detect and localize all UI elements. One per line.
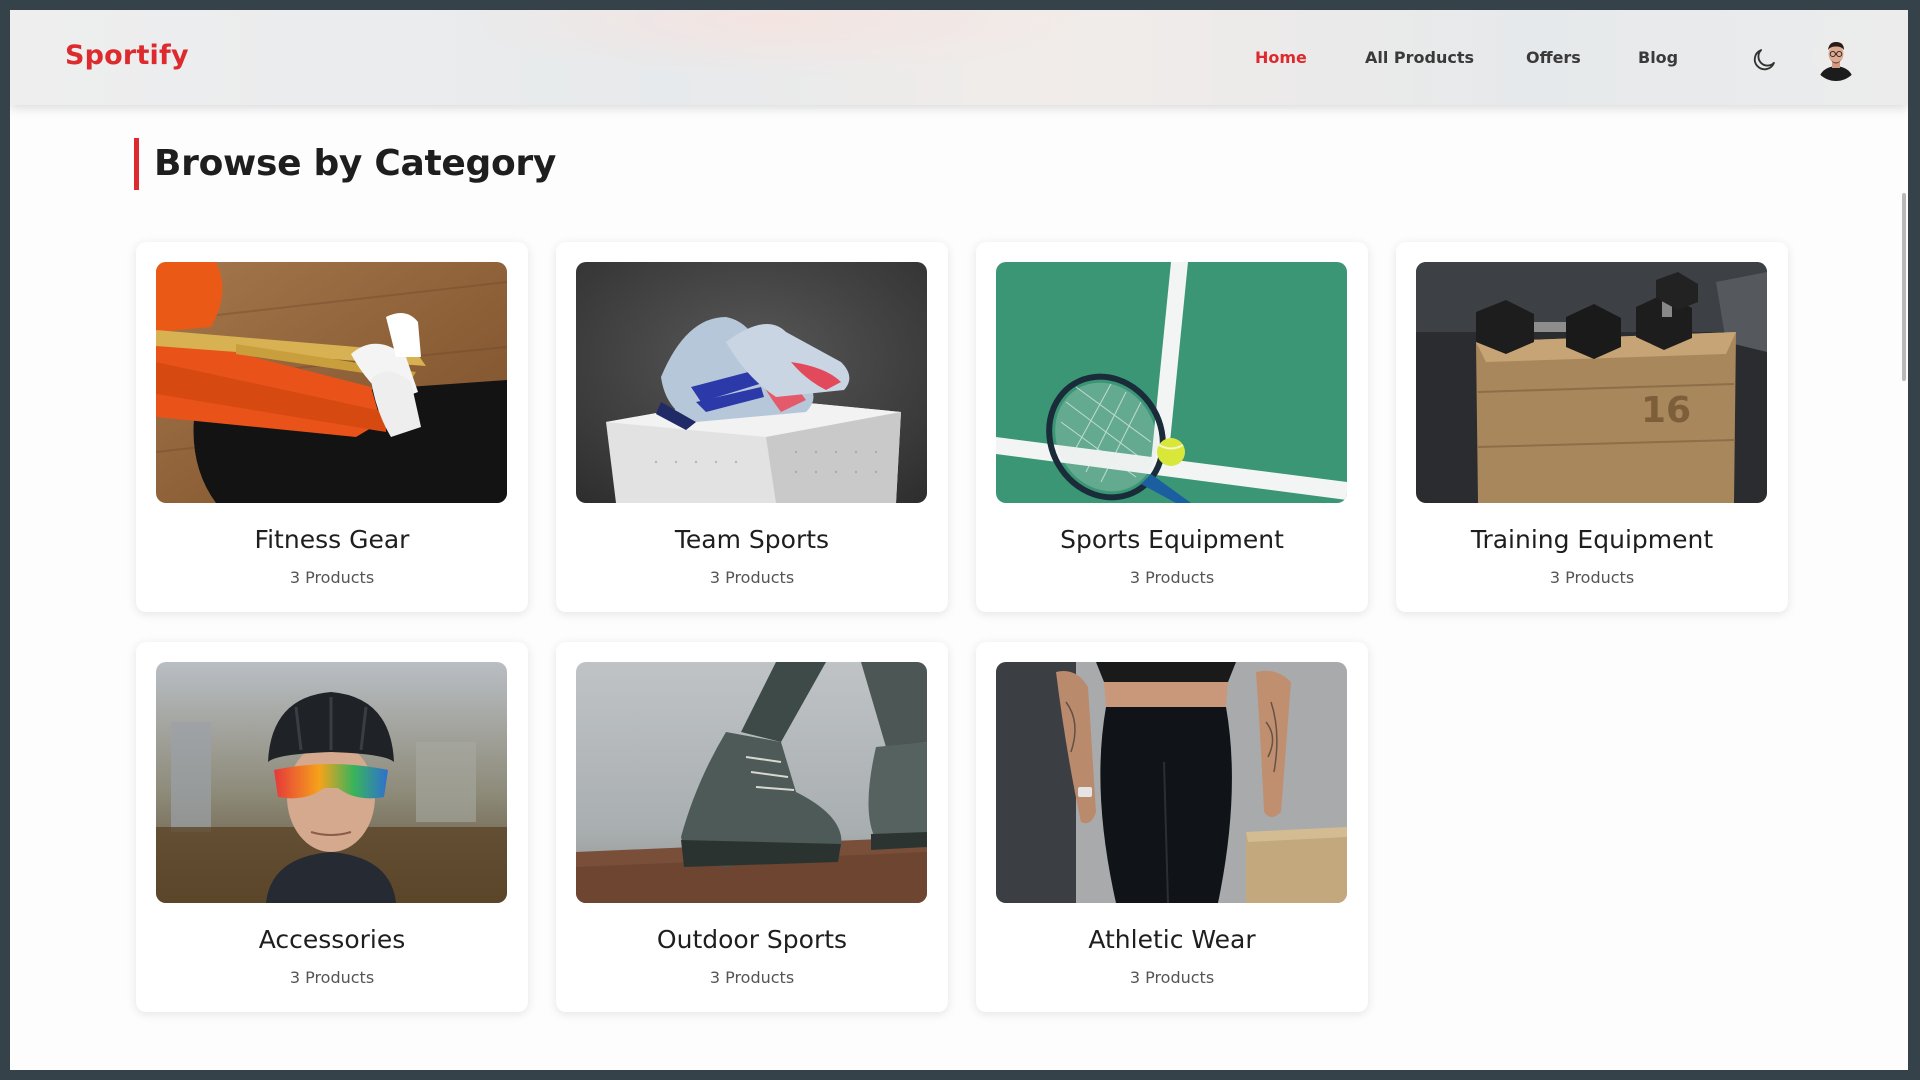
category-grid: Fitness Gear 3 Products Team Sports 3 Pr… xyxy=(136,242,1796,1012)
svg-text:16: 16 xyxy=(1641,390,1691,431)
browser-window: Sportify Home All Products Offers Blog B… xyxy=(10,10,1908,1070)
category-name: Athletic Wear xyxy=(1088,925,1256,954)
page-scrollbar[interactable] xyxy=(1894,105,1908,1070)
category-count: 3 Products xyxy=(1129,568,1215,587)
section-heading: Browse by Category xyxy=(134,138,556,190)
category-card-sports-equipment[interactable]: Sports Equipment 3 Products xyxy=(976,242,1368,612)
nav-home[interactable]: Home xyxy=(1255,48,1307,67)
nav-blog[interactable]: Blog xyxy=(1638,48,1678,67)
football-boots-photo xyxy=(576,262,927,503)
category-count: 3 Products xyxy=(1549,568,1635,587)
resistance-band-photo xyxy=(156,262,507,503)
category-card-outdoor-sports[interactable]: Outdoor Sports 3 Products xyxy=(556,642,948,1012)
category-name: Training Equipment xyxy=(1470,525,1714,554)
leggings-photo xyxy=(996,662,1347,903)
scrollbar-thumb[interactable] xyxy=(1902,193,1906,381)
dumbbells-photo: 16 xyxy=(1416,262,1767,503)
category-count: 3 Products xyxy=(709,568,795,587)
section-title: Browse by Category xyxy=(154,143,556,184)
category-name: Accessories xyxy=(258,925,406,954)
nav-offers[interactable]: Offers xyxy=(1526,48,1581,67)
category-name: Sports Equipment xyxy=(1060,525,1284,554)
category-name: Outdoor Sports xyxy=(656,925,848,954)
category-count: 3 Products xyxy=(709,968,795,987)
category-count: 3 Products xyxy=(1129,968,1215,987)
moon-icon[interactable] xyxy=(1750,46,1778,74)
category-card-team-sports[interactable]: Team Sports 3 Products xyxy=(556,242,948,612)
category-count: 3 Products xyxy=(289,968,375,987)
site-header: Sportify Home All Products Offers Blog xyxy=(10,10,1908,105)
tennis-racket-photo xyxy=(996,262,1347,503)
category-name: Team Sports xyxy=(674,525,830,554)
user-avatar[interactable] xyxy=(1813,35,1859,81)
hiking-shoes-photo xyxy=(576,662,927,903)
category-card-athletic-wear[interactable]: Athletic Wear 3 Products xyxy=(976,642,1368,1012)
category-card-fitness-gear[interactable]: Fitness Gear 3 Products xyxy=(136,242,528,612)
category-name: Fitness Gear xyxy=(254,525,410,554)
main-nav: Home All Products Offers Blog xyxy=(10,48,1908,72)
cycling-helmet-photo xyxy=(156,662,507,903)
nav-all-products[interactable]: All Products xyxy=(1365,48,1474,67)
category-card-training-equipment[interactable]: 16 Training Equipment 3 Products xyxy=(1396,242,1788,612)
category-card-accessories[interactable]: Accessories 3 Products xyxy=(136,642,528,1012)
category-count: 3 Products xyxy=(289,568,375,587)
